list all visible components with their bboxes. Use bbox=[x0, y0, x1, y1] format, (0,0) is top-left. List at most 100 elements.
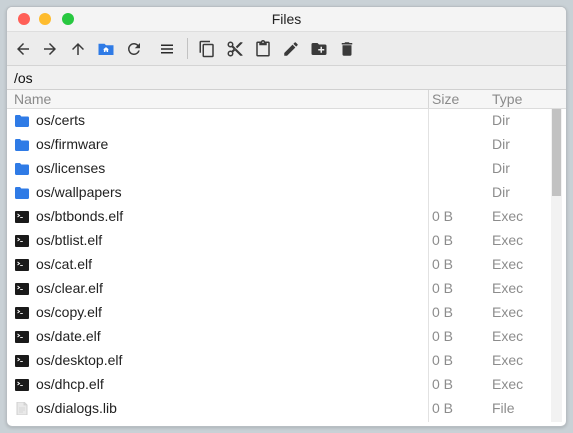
file-name: os/licenses bbox=[36, 160, 106, 176]
trash-icon bbox=[341, 42, 353, 56]
refresh-button[interactable] bbox=[122, 37, 146, 61]
file-size: 0 B bbox=[432, 376, 454, 392]
executable-icon bbox=[15, 282, 29, 295]
home-button[interactable] bbox=[94, 37, 118, 61]
file-name: os/dhcp.elf bbox=[36, 376, 104, 392]
delete-button[interactable] bbox=[335, 37, 359, 61]
list-view-icon bbox=[161, 44, 173, 54]
file-size: 0 B bbox=[432, 256, 454, 272]
executable-icon bbox=[15, 306, 29, 319]
file-name: os/cat.elf bbox=[36, 256, 93, 272]
file-row[interactable]: os/certs Dir bbox=[7, 109, 566, 133]
file-row[interactable]: os/wallpapers Dir bbox=[7, 181, 566, 205]
file-size: 0 B bbox=[432, 328, 454, 344]
forward-button[interactable] bbox=[38, 37, 62, 61]
up-button[interactable] bbox=[66, 37, 90, 61]
file-name: os/wallpapers bbox=[36, 184, 122, 200]
file-type: Exec bbox=[492, 352, 524, 368]
file-row[interactable]: os/firmware Dir bbox=[7, 133, 566, 157]
executable-icon bbox=[15, 378, 29, 391]
file-name: os/dialogs.lib bbox=[36, 400, 117, 416]
file-type: Exec bbox=[492, 328, 524, 344]
file-row[interactable]: os/copy.elf 0 B Exec bbox=[7, 301, 566, 325]
executable-icon bbox=[15, 330, 29, 343]
column-header-size[interactable]: Size bbox=[432, 91, 459, 107]
file-row[interactable]: os/cat.elf 0 B Exec bbox=[7, 253, 566, 277]
new-folder-icon bbox=[311, 43, 327, 55]
window-title: Files bbox=[271, 11, 302, 27]
file-manager-window: Files /os Name Size Type os/certs Dir os… bbox=[6, 6, 567, 427]
refresh-icon bbox=[127, 42, 140, 55]
copy-icon bbox=[199, 40, 214, 58]
file-row[interactable]: os/licenses Dir bbox=[7, 157, 566, 181]
back-button[interactable] bbox=[11, 37, 35, 61]
copy-button[interactable] bbox=[195, 37, 219, 61]
file-type: Exec bbox=[492, 304, 524, 320]
pencil-icon bbox=[284, 42, 298, 56]
executable-icon bbox=[15, 354, 29, 367]
file-name: os/clear.elf bbox=[36, 280, 103, 296]
view-mode-button[interactable] bbox=[155, 37, 179, 61]
folder-icon bbox=[15, 186, 29, 199]
home-folder-icon bbox=[98, 43, 114, 55]
rename-button[interactable] bbox=[279, 37, 303, 61]
file-size: 0 B bbox=[432, 208, 454, 224]
new-folder-button[interactable] bbox=[307, 37, 331, 61]
column-header-name[interactable]: Name bbox=[14, 91, 51, 107]
file-type: Dir bbox=[492, 184, 510, 200]
file-icon bbox=[15, 401, 29, 416]
file-name: os/certs bbox=[36, 112, 86, 128]
file-row[interactable]: os/clear.elf 0 B Exec bbox=[7, 277, 566, 301]
scissors-icon bbox=[227, 41, 243, 57]
clipboard-icon bbox=[256, 40, 270, 57]
file-size: 0 B bbox=[432, 400, 454, 416]
arrow-left-icon bbox=[17, 43, 29, 55]
path-input[interactable] bbox=[7, 66, 566, 89]
path-bar bbox=[7, 66, 566, 90]
executable-icon bbox=[15, 234, 29, 247]
file-size: 0 B bbox=[432, 352, 454, 368]
file-row[interactable]: os/desktop.elf 0 B Exec bbox=[7, 349, 566, 373]
file-row[interactable]: os/dialogs.lib 0 B File bbox=[7, 397, 566, 421]
column-divider[interactable] bbox=[428, 90, 429, 108]
file-type: Dir bbox=[492, 160, 510, 176]
file-size: 0 B bbox=[432, 280, 454, 296]
cut-button[interactable] bbox=[223, 37, 247, 61]
title-bar: Files bbox=[7, 7, 566, 31]
file-row[interactable]: os/btbonds.elf 0 B Exec bbox=[7, 205, 566, 229]
file-name: os/btlist.elf bbox=[36, 232, 103, 248]
file-name: os/desktop.elf bbox=[36, 352, 123, 368]
list-header: Name Size Type bbox=[7, 90, 566, 109]
file-type: Exec bbox=[492, 232, 524, 248]
executable-icon bbox=[15, 210, 29, 223]
file-type: File bbox=[492, 400, 515, 416]
toolbar-separator bbox=[187, 38, 188, 59]
file-size: 0 B bbox=[432, 232, 454, 248]
file-name: os/date.elf bbox=[36, 328, 101, 344]
executable-icon bbox=[15, 258, 29, 271]
file-type: Dir bbox=[492, 112, 510, 128]
folder-icon bbox=[15, 162, 29, 175]
file-name: os/firmware bbox=[36, 136, 109, 152]
column-header-type[interactable]: Type bbox=[492, 91, 522, 107]
file-row[interactable]: os/btlist.elf 0 B Exec bbox=[7, 229, 566, 253]
file-type: Exec bbox=[492, 376, 524, 392]
folder-icon bbox=[15, 138, 29, 151]
arrow-right-icon bbox=[44, 43, 56, 55]
file-name: os/btbonds.elf bbox=[36, 208, 124, 224]
paste-button[interactable] bbox=[251, 37, 275, 61]
file-type: Exec bbox=[492, 256, 524, 272]
file-row[interactable]: os/dhcp.elf 0 B Exec bbox=[7, 373, 566, 397]
scrollbar-thumb[interactable] bbox=[552, 109, 561, 196]
file-type: Dir bbox=[492, 136, 510, 152]
arrow-up-icon bbox=[72, 43, 84, 55]
file-size: 0 B bbox=[432, 304, 454, 320]
file-type: Exec bbox=[492, 280, 524, 296]
toolbar bbox=[7, 31, 566, 66]
folder-icon bbox=[15, 114, 29, 127]
file-name: os/copy.elf bbox=[36, 304, 102, 320]
file-row[interactable]: os/date.elf 0 B Exec bbox=[7, 325, 566, 349]
file-type: Exec bbox=[492, 208, 524, 224]
vertical-scrollbar[interactable] bbox=[551, 109, 562, 422]
file-list: os/certs Dir os/firmware Dir os/licenses Dir o… bbox=[7, 109, 566, 422]
